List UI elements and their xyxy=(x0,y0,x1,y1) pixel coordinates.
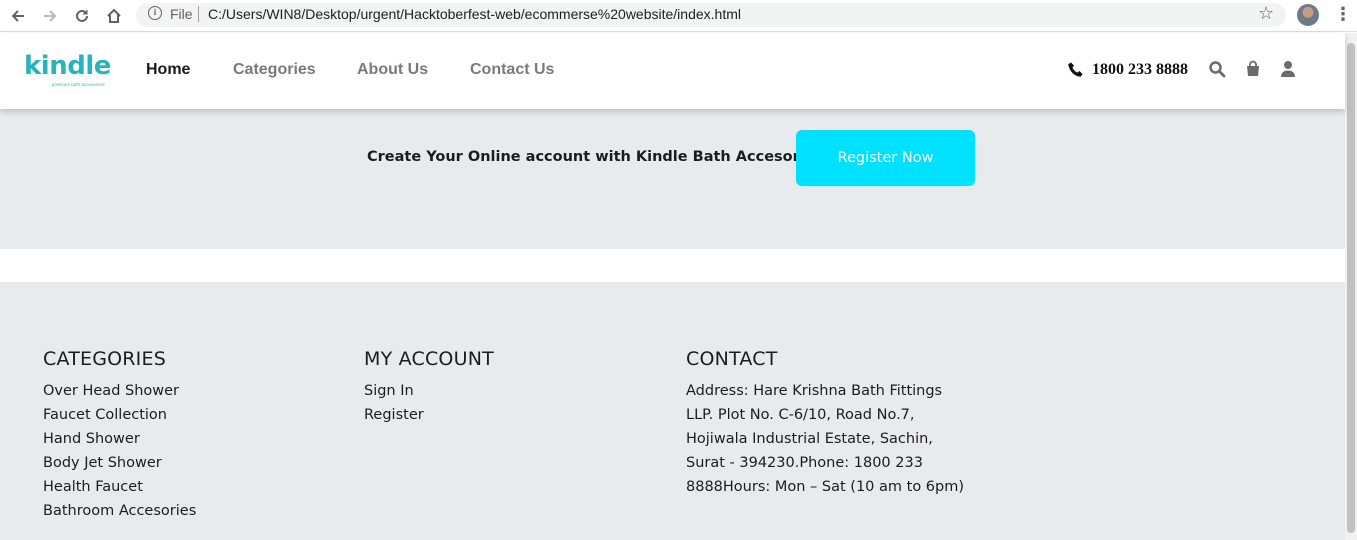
nav-home[interactable]: Home xyxy=(146,61,190,79)
site-header: kindle premium bath accessories Home Cat… xyxy=(0,33,1345,109)
search-icon[interactable] xyxy=(1208,60,1226,78)
phone-number[interactable]: 1800 233 8888 xyxy=(1092,61,1188,79)
footer-account-title: MY ACCOUNT xyxy=(364,348,494,370)
vertical-dots-icon[interactable]: ⋮ xyxy=(1334,4,1352,25)
footer-link-faucet-collection[interactable]: Faucet Collection xyxy=(43,403,196,427)
page-scrollbar[interactable] xyxy=(1345,33,1357,540)
footer-link-hand-shower[interactable]: Hand Shower xyxy=(43,427,196,451)
footer-link-health-faucet[interactable]: Health Faucet xyxy=(43,475,196,499)
footer-link-register[interactable]: Register xyxy=(364,403,494,427)
profile-avatar[interactable] xyxy=(1297,4,1319,26)
phone-icon xyxy=(1068,62,1083,77)
footer-link-sign-in[interactable]: Sign In xyxy=(364,379,494,403)
footer-categories: CATEGORIES Over Head Shower Faucet Colle… xyxy=(43,348,196,523)
register-prompt: Create Your Online account with Kindle B… xyxy=(367,149,824,165)
forward-icon[interactable] xyxy=(40,6,60,26)
address-separator xyxy=(198,6,199,22)
url-text[interactable]: C:/Users/WIN8/Desktop/urgent/Hacktoberfe… xyxy=(208,6,741,22)
reload-icon[interactable] xyxy=(72,6,92,26)
footer-my-account: MY ACCOUNT Sign In Register xyxy=(364,348,494,427)
star-icon[interactable]: ☆ xyxy=(1258,3,1274,24)
register-banner: Create Your Online account with Kindle B… xyxy=(0,109,1345,249)
register-now-button[interactable]: Register Now xyxy=(796,130,975,186)
footer-categories-title: CATEGORIES xyxy=(43,348,166,370)
nav-about-us[interactable]: About Us xyxy=(357,61,428,79)
footer-contact-address: Address: Hare Krishna Bath Fittings LLP.… xyxy=(686,383,965,495)
url-scheme-label: File xyxy=(170,6,193,22)
user-icon[interactable] xyxy=(1279,60,1297,78)
scrollbar-thumb[interactable] xyxy=(1347,43,1355,533)
shopping-bag-icon[interactable] xyxy=(1244,60,1262,78)
logo[interactable]: kindle premium bath accessories xyxy=(24,51,112,89)
logo-text: kindle xyxy=(24,51,111,81)
footer-link-bathroom-accesories[interactable]: Bathroom Accesories xyxy=(43,499,196,523)
info-icon[interactable]: i xyxy=(148,6,162,20)
back-icon[interactable] xyxy=(8,6,28,26)
site-footer: CATEGORIES Over Head Shower Faucet Colle… xyxy=(0,282,1345,540)
nav-categories[interactable]: Categories xyxy=(233,61,316,79)
footer-contact-title: CONTACT xyxy=(686,348,778,370)
footer-contact: CONTACT Address: Hare Krishna Bath Fitti… xyxy=(686,348,971,499)
footer-link-over-head-shower[interactable]: Over Head Shower xyxy=(43,379,196,403)
browser-toolbar: i File C:/Users/WIN8/Desktop/urgent/Hack… xyxy=(0,0,1357,32)
footer-link-body-jet-shower[interactable]: Body Jet Shower xyxy=(43,451,196,475)
nav-contact-us[interactable]: Contact Us xyxy=(470,61,554,79)
home-icon[interactable] xyxy=(104,6,124,26)
logo-tagline: premium bath accessories xyxy=(52,82,105,87)
